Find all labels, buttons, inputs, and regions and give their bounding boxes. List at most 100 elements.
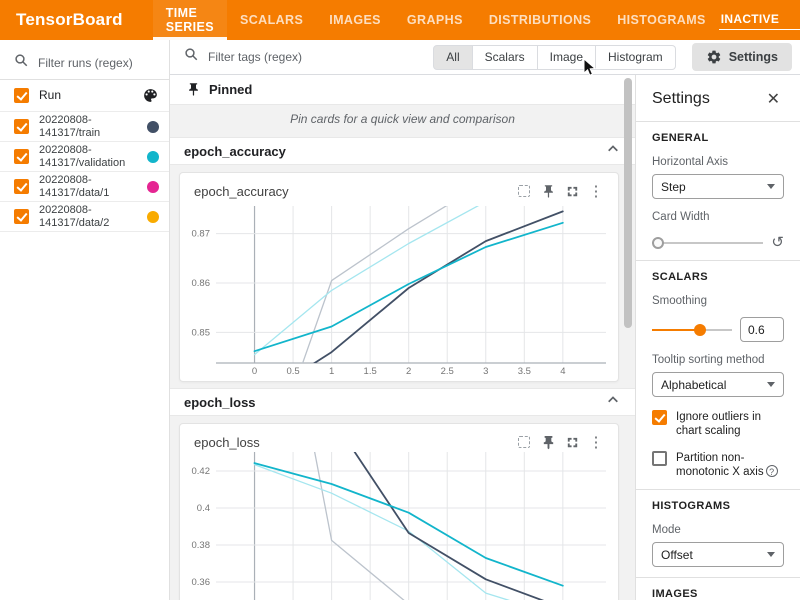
more-options-icon[interactable]: ⋮ [584,181,608,201]
scrollbar-thumb[interactable] [624,78,632,328]
epoch-loss-chart[interactable]: 0.42 0.4 0.38 0.36 [190,452,610,600]
run-row-data2[interactable]: 20220808-141317/data/2 [0,202,169,232]
run-name: 20220808-141317/validation [39,144,131,170]
section-header-epoch-loss[interactable]: epoch_loss [170,388,635,416]
app-header: TensorBoard TIME SERIES SCALARS IMAGES G… [0,0,800,40]
smoothing-label: Smoothing [652,295,784,307]
more-options-icon[interactable]: ⋮ [584,432,608,452]
card-width-label: Card Width [652,211,784,223]
run-color-dot[interactable] [147,121,159,133]
pinned-empty-message: Pin cards for a quick view and compariso… [170,105,635,132]
tensorboard-logo: TensorBoard [16,10,123,30]
svg-text:2.5: 2.5 [441,366,454,377]
run-row-train[interactable]: 20220808-141317/train [0,112,169,142]
settings-panel-title: Settings [652,90,710,108]
filter-image-button[interactable]: Image [538,45,596,70]
run-color-dot[interactable] [147,151,159,163]
filter-histogram-button[interactable]: Histogram [596,45,676,70]
tag-type-filter-group: All Scalars Image Histogram [433,45,675,70]
help-icon[interactable]: ? [766,465,778,477]
run-color-dot[interactable] [147,181,159,193]
svg-text:0: 0 [252,366,257,377]
epoch-accuracy-chart[interactable]: 00.511.522.533.540.850.860.87 [190,201,610,377]
smoothing-value-input[interactable] [740,317,784,342]
svg-text:3.5: 3.5 [518,366,531,377]
run-name: 20220808-141317/train [39,114,131,140]
run-checkbox[interactable] [14,209,29,224]
tab-distributions[interactable]: DISTRIBUTIONS [476,0,604,40]
close-icon[interactable]: ✕ [763,87,784,111]
run-row-validation[interactable]: 20220808-141317/validation [0,142,169,172]
settings-button[interactable]: Settings [692,43,792,71]
partition-x-checkbox[interactable] [652,451,667,466]
tags-filter-box [170,47,433,67]
svg-text:0.36: 0.36 [192,577,211,588]
cards-scroll-area: Pinned Pin cards for a quick view and co… [170,75,635,600]
run-checkbox[interactable] [14,179,29,194]
run-row-data1[interactable]: 20220808-141317/data/1 [0,172,169,202]
run-checkbox[interactable] [14,149,29,164]
card-title: epoch_loss [194,435,512,450]
card-width-slider[interactable] [652,237,763,249]
palette-icon[interactable] [142,87,159,104]
fullscreen-icon[interactable] [560,181,584,201]
svg-text:0.5: 0.5 [286,366,299,377]
fit-domain-icon[interactable] [512,432,536,452]
pinned-section-header: Pinned [170,75,635,105]
ignore-outliers-row[interactable]: Ignore outliers in chart scaling [652,410,784,438]
settings-button-label: Settings [729,50,778,64]
select-all-runs-checkbox[interactable] [14,88,29,103]
svg-text:3: 3 [483,366,488,377]
slider-knob[interactable] [694,324,706,336]
horizontal-axis-select[interactable]: Step [652,174,784,199]
histogram-mode-select[interactable]: Offset [652,542,784,567]
settings-panel: Settings ✕ GENERAL Horizontal Axis Step … [635,75,800,600]
slider-knob[interactable] [652,237,664,249]
tab-images[interactable]: IMAGES [316,0,394,40]
pin-card-icon[interactable] [536,432,560,452]
tab-histograms[interactable]: HISTOGRAMS [604,0,719,40]
tags-toolbar: All Scalars Image Histogram Settings [170,40,800,75]
runs-header-row: Run [0,80,169,112]
run-checkbox[interactable] [14,119,29,134]
ignore-outliers-checkbox[interactable] [652,410,667,425]
header-tabs: TIME SERIES SCALARS IMAGES GRAPHS DISTRI… [153,0,719,40]
collapse-chevron-icon[interactable] [607,393,619,411]
filter-all-button[interactable]: All [433,45,472,70]
svg-text:0.4: 0.4 [197,503,210,514]
collapse-chevron-icon[interactable] [607,142,619,160]
fit-domain-icon[interactable] [512,181,536,201]
scalar-card-epoch-loss: epoch_loss ⋮ 0.42 0.4 0.38 0.36 [179,423,619,600]
tags-filter-input[interactable] [208,50,428,64]
tab-graphs[interactable]: GRAPHS [394,0,476,40]
partition-x-row[interactable]: Partition non-monotonic X axis? [652,451,784,479]
filter-scalars-button[interactable]: Scalars [473,45,538,70]
vertical-scrollbar[interactable] [624,75,632,600]
section-header-epoch-accuracy[interactable]: epoch_accuracy [170,137,635,165]
run-name: 20220808-141317/data/2 [39,204,131,230]
svg-text:0.86: 0.86 [192,278,211,289]
run-color-dot[interactable] [147,211,159,223]
tooltip-sorting-label: Tooltip sorting method [652,354,784,366]
status-value: INACTIVE [721,12,779,26]
tab-scalars[interactable]: SCALARS [227,0,316,40]
tab-time-series[interactable]: TIME SERIES [153,0,227,40]
pinned-title: Pinned [209,82,252,97]
svg-text:0.42: 0.42 [192,466,211,477]
tooltip-sorting-select[interactable]: Alphabetical [652,372,784,397]
reset-icon[interactable]: ↺ [771,235,784,250]
svg-text:1.5: 1.5 [364,366,377,377]
smoothing-slider[interactable] [652,324,732,336]
status-dropdown[interactable]: INACTIVE [719,10,800,30]
runs-filter-box [0,47,169,80]
pin-card-icon[interactable] [536,181,560,201]
svg-text:1: 1 [329,366,334,377]
runs-filter-input[interactable] [38,56,156,70]
chevron-down-icon [767,552,775,557]
pin-icon [186,82,201,97]
chevron-down-icon [767,184,775,189]
svg-text:4: 4 [560,366,565,377]
histogram-mode-label: Mode [652,524,784,536]
fullscreen-icon[interactable] [560,432,584,452]
svg-text:0.38: 0.38 [192,540,211,551]
